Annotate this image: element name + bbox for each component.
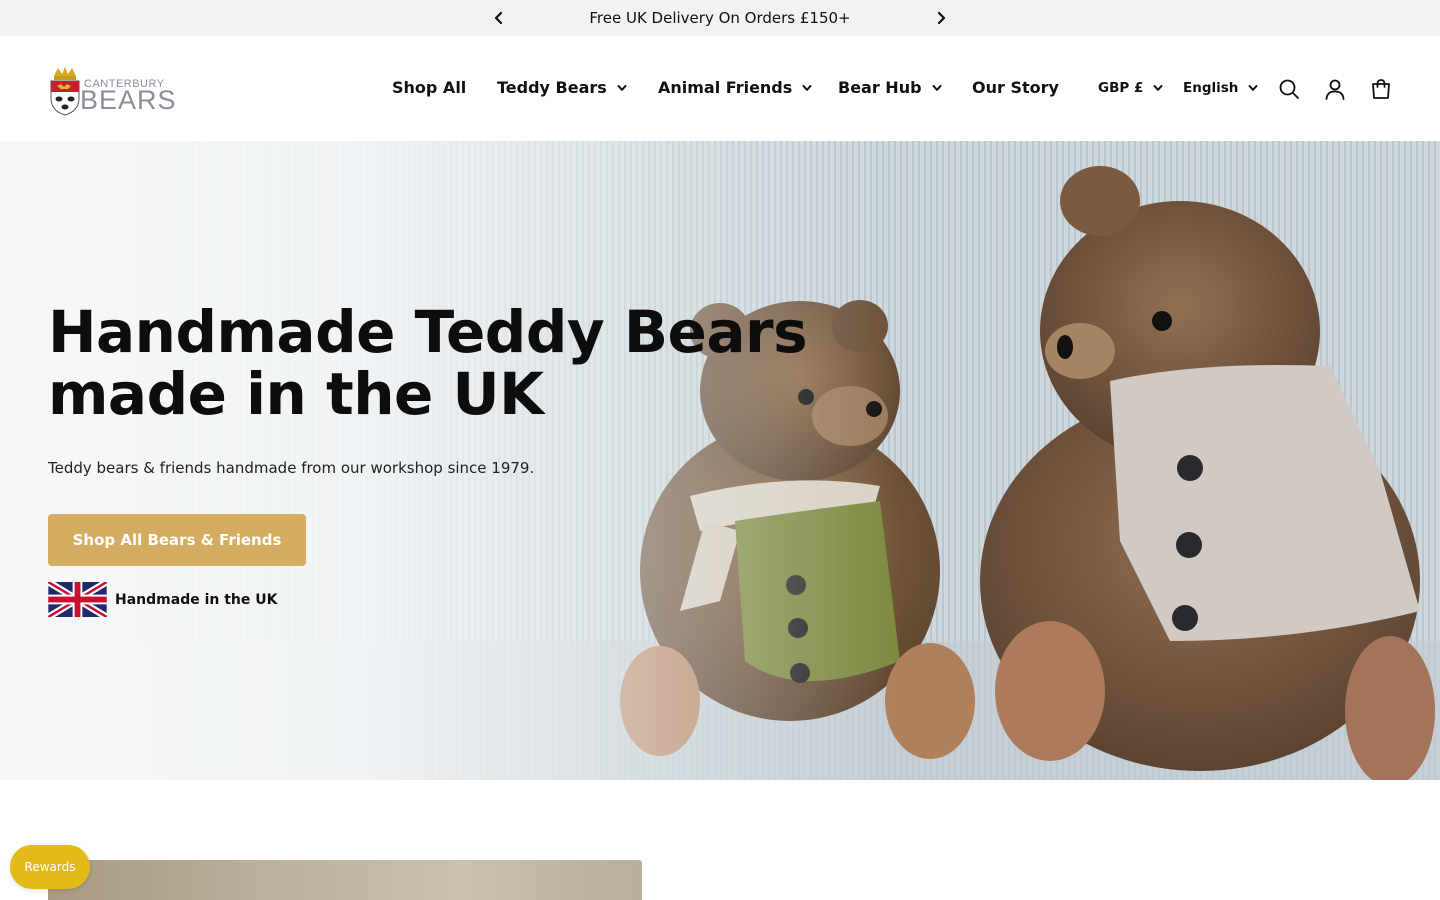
account-icon[interactable] — [1324, 78, 1346, 100]
announcement-bar: Free UK Delivery On Orders £150+ — [0, 0, 1440, 36]
chevron-down-icon — [1153, 85, 1163, 91]
chevron-down-icon — [1248, 85, 1258, 91]
currency-selector[interactable]: GBP £ — [1098, 80, 1163, 96]
announcement-message[interactable]: Free UK Delivery On Orders £150+ — [520, 0, 920, 36]
nav-bear-hub[interactable]: Bear Hub — [838, 78, 942, 97]
hero-subtitle: Teddy bears & friends handmade from our … — [48, 459, 535, 477]
featured-image-card[interactable] — [48, 860, 642, 900]
nav-animal-friends-label: Animal Friends — [658, 78, 793, 97]
cart-icon[interactable] — [1370, 78, 1392, 100]
language-selector[interactable]: English — [1183, 80, 1258, 96]
hero-banner: Handmade Teddy Bears made in the UK Tedd… — [0, 141, 1440, 780]
currency-label: GBP £ — [1098, 80, 1144, 96]
nav-shop-all[interactable]: Shop All — [392, 78, 466, 97]
handmade-uk-badge: Handmade in the UK — [48, 582, 277, 617]
site-logo[interactable]: CANTERBURY BEARS — [48, 64, 176, 118]
chevron-down-icon — [932, 84, 942, 91]
chevron-right-icon — [937, 12, 946, 24]
nav-bear-hub-label: Bear Hub — [838, 78, 922, 97]
search-icon[interactable] — [1278, 78, 1300, 100]
nav-teddy-bears[interactable]: Teddy Bears — [497, 78, 627, 97]
crest-icon — [50, 67, 80, 116]
announcement-prev-button[interactable] — [490, 9, 508, 27]
nav-animal-friends[interactable]: Animal Friends — [658, 78, 812, 97]
shop-all-bears-button[interactable]: Shop All Bears & Friends — [48, 514, 306, 566]
logo-wordmark-main: BEARS — [80, 85, 177, 115]
nav-shop-all-label: Shop All — [392, 78, 467, 97]
handmade-uk-label: Handmade in the UK — [115, 591, 278, 608]
chevron-down-icon — [802, 84, 812, 91]
nav-our-story[interactable]: Our Story — [972, 78, 1059, 97]
hero-title: Handmade Teddy Bears made in the UK — [48, 298, 808, 428]
announcement-next-button[interactable] — [932, 9, 950, 27]
language-label: English — [1183, 80, 1239, 96]
chevron-down-icon — [617, 84, 627, 91]
nav-teddy-bears-label: Teddy Bears — [497, 78, 607, 97]
rewards-button[interactable]: Rewards — [10, 845, 90, 889]
chevron-left-icon — [494, 12, 503, 24]
uk-flag-icon — [48, 582, 107, 617]
nav-our-story-label: Our Story — [972, 78, 1059, 97]
site-header: CANTERBURY BEARS Shop All Teddy Bears An… — [0, 36, 1440, 141]
